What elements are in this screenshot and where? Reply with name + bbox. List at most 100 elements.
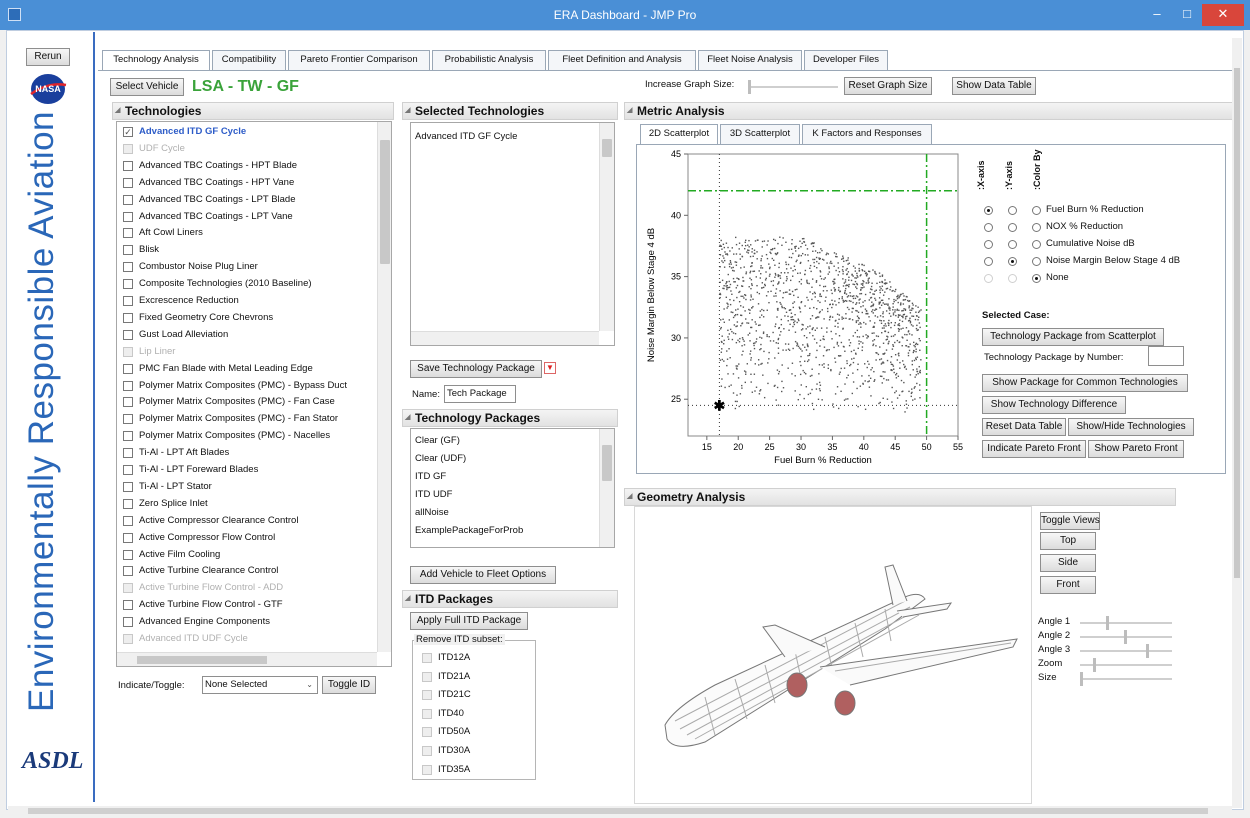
checkbox[interactable]: [123, 160, 133, 171]
technology-row[interactable]: Active Turbine Clearance Control: [117, 563, 375, 579]
show-hide-technologies-button[interactable]: Show/Hide Technologies: [1068, 418, 1194, 436]
tab-compatibility[interactable]: Compatibility: [212, 50, 286, 70]
minimize-button[interactable]: –: [1142, 4, 1172, 26]
checkbox[interactable]: [123, 498, 133, 509]
itd-subset-row[interactable]: ITD21A: [416, 669, 526, 685]
technologies-hscrollbar[interactable]: [117, 652, 377, 666]
checkbox[interactable]: [123, 329, 133, 340]
itd-packages-header[interactable]: ITD Packages: [402, 590, 618, 608]
metric-radio-y[interactable]: [1008, 206, 1017, 215]
itd-subset-row[interactable]: ITD30A: [416, 743, 526, 759]
selected-technologies-header[interactable]: Selected Technologies: [402, 102, 618, 120]
package-item[interactable]: Clear (UDF): [415, 451, 466, 467]
view-front-button[interactable]: Front: [1040, 576, 1096, 594]
metric-radio-y[interactable]: [1008, 257, 1017, 266]
technology-row[interactable]: Active Film Cooling: [117, 547, 375, 563]
technology-row[interactable]: Combustor Noise Plug Liner: [117, 259, 375, 275]
checkbox[interactable]: [422, 690, 432, 701]
save-dropdown-arrow-icon[interactable]: ▼: [544, 362, 556, 374]
technology-row[interactable]: Advanced TBC Coatings - LPT Blade: [117, 192, 375, 208]
technology-row[interactable]: Advanced TBC Coatings - LPT Vane: [117, 209, 375, 225]
checkbox[interactable]: [123, 634, 133, 644]
technology-packages-header[interactable]: Technology Packages: [402, 409, 618, 427]
checkbox[interactable]: [422, 746, 432, 756]
checkbox[interactable]: [123, 481, 133, 492]
checkbox[interactable]: [123, 143, 133, 154]
technology-row[interactable]: Lip Liner: [117, 344, 375, 360]
metric-radio-y[interactable]: [1008, 274, 1017, 283]
package-item[interactable]: Clear (GF): [415, 433, 460, 449]
metric-radio-x[interactable]: [984, 206, 993, 215]
technologies-header[interactable]: Technologies: [112, 102, 394, 120]
add-vehicle-fleet-button[interactable]: Add Vehicle to Fleet Options: [410, 566, 556, 584]
technology-row[interactable]: Active Compressor Clearance Control: [117, 513, 375, 529]
package-item[interactable]: ITD UDF: [415, 487, 452, 503]
tech-package-number-field[interactable]: [1148, 346, 1184, 366]
technology-row[interactable]: ✓ Advanced ITD GF Cycle: [117, 124, 375, 140]
save-technology-package-button[interactable]: Save Technology Package: [410, 360, 542, 378]
tab-technology-analysis[interactable]: Technology Analysis: [102, 50, 210, 71]
show-data-table-button[interactable]: Show Data Table: [952, 77, 1036, 95]
checkbox[interactable]: [123, 194, 133, 205]
window-hscrollbar[interactable]: [8, 806, 1232, 816]
checkbox[interactable]: [123, 296, 133, 306]
checkbox[interactable]: [422, 727, 432, 738]
toggle-views-button[interactable]: Toggle Views: [1040, 512, 1100, 530]
checkbox[interactable]: [123, 211, 133, 222]
technology-row[interactable]: Composite Technologies (2010 Baseline): [117, 276, 375, 292]
checkbox[interactable]: [123, 245, 133, 256]
checkbox[interactable]: [123, 566, 133, 577]
metric-analysis-header[interactable]: Metric Analysis: [624, 102, 1240, 120]
package-name-field[interactable]: Tech Package: [444, 385, 516, 403]
metric-radio-c[interactable]: [1032, 223, 1041, 232]
maximize-button[interactable]: □: [1172, 4, 1202, 26]
checkbox[interactable]: [123, 397, 133, 408]
technology-row[interactable]: PMC Fan Blade with Metal Leading Edge: [117, 361, 375, 377]
view-side-button[interactable]: Side: [1040, 554, 1096, 572]
geometry-slider[interactable]: [1080, 630, 1172, 644]
checkbox[interactable]: ✓: [123, 127, 133, 137]
rerun-button[interactable]: Rerun: [26, 48, 70, 66]
package-item[interactable]: allNoise: [415, 505, 449, 521]
package-item[interactable]: ITD GF: [415, 469, 446, 485]
technology-row[interactable]: Ti-Al - LPT Stator: [117, 479, 375, 495]
checkbox[interactable]: [123, 346, 133, 357]
scatter-plot[interactable]: 15 20 25 30 35 40 45 50 55 25 30 35 40 45 Fuel Burn % …: [638, 146, 968, 468]
metric-radio-x[interactable]: [984, 240, 993, 249]
technology-row[interactable]: Advanced ITD UDF Cycle: [117, 631, 375, 647]
checkbox[interactable]: [123, 380, 133, 391]
checkbox[interactable]: [422, 764, 432, 775]
package-item[interactable]: ExamplePackageForProb: [415, 523, 523, 539]
close-button[interactable]: ✕: [1202, 4, 1244, 26]
show-common-technologies-button[interactable]: Show Package for Common Technologies: [982, 374, 1188, 392]
metric-radio-y[interactable]: [1008, 223, 1017, 232]
tab-fleet-definition[interactable]: Fleet Definition and Analysis: [548, 50, 696, 70]
technology-row[interactable]: Advanced TBC Coatings - HPT Blade: [117, 158, 375, 174]
checkbox[interactable]: [123, 363, 133, 374]
checkbox[interactable]: [422, 653, 432, 663]
technology-row[interactable]: Polymer Matrix Composites (PMC) - Fan Ca…: [117, 394, 375, 410]
selected-technologies-list[interactable]: Advanced ITD GF Cycle: [410, 122, 615, 346]
tab-pareto-frontier[interactable]: Pareto Frontier Comparison: [288, 50, 430, 70]
checkbox[interactable]: [123, 515, 133, 526]
technology-row[interactable]: Ti-Al - LPT Foreward Blades: [117, 462, 375, 478]
tech-package-from-scatter-button[interactable]: Technology Package from Scatterplot: [982, 328, 1164, 346]
window-vscrollbar[interactable]: [1232, 38, 1242, 808]
technology-row[interactable]: UDF Cycle: [117, 141, 375, 157]
tab-developer-files[interactable]: Developer Files: [804, 50, 888, 70]
geometry-analysis-header[interactable]: Geometry Analysis: [624, 488, 1176, 506]
technologies-scrollbar[interactable]: [377, 122, 391, 652]
reset-data-table-button[interactable]: Reset Data Table: [982, 418, 1066, 436]
checkbox[interactable]: [123, 431, 133, 442]
geometry-slider[interactable]: [1080, 616, 1172, 630]
show-technology-difference-button[interactable]: Show Technology Difference: [982, 396, 1126, 414]
graph-size-slider[interactable]: [748, 80, 838, 94]
checkbox[interactable]: [123, 228, 133, 239]
tab-probabilistic[interactable]: Probabilistic Analysis: [432, 50, 546, 70]
indicate-dropdown[interactable]: None Selected ⌄: [202, 676, 318, 694]
geometry-slider[interactable]: [1080, 672, 1172, 686]
show-pareto-front-button[interactable]: Show Pareto Front: [1088, 440, 1184, 458]
technology-row[interactable]: Blisk: [117, 242, 375, 258]
technology-row[interactable]: Advanced TBC Coatings - HPT Vane: [117, 175, 375, 191]
technology-row[interactable]: Polymer Matrix Composites (PMC) - Fan St…: [117, 411, 375, 427]
